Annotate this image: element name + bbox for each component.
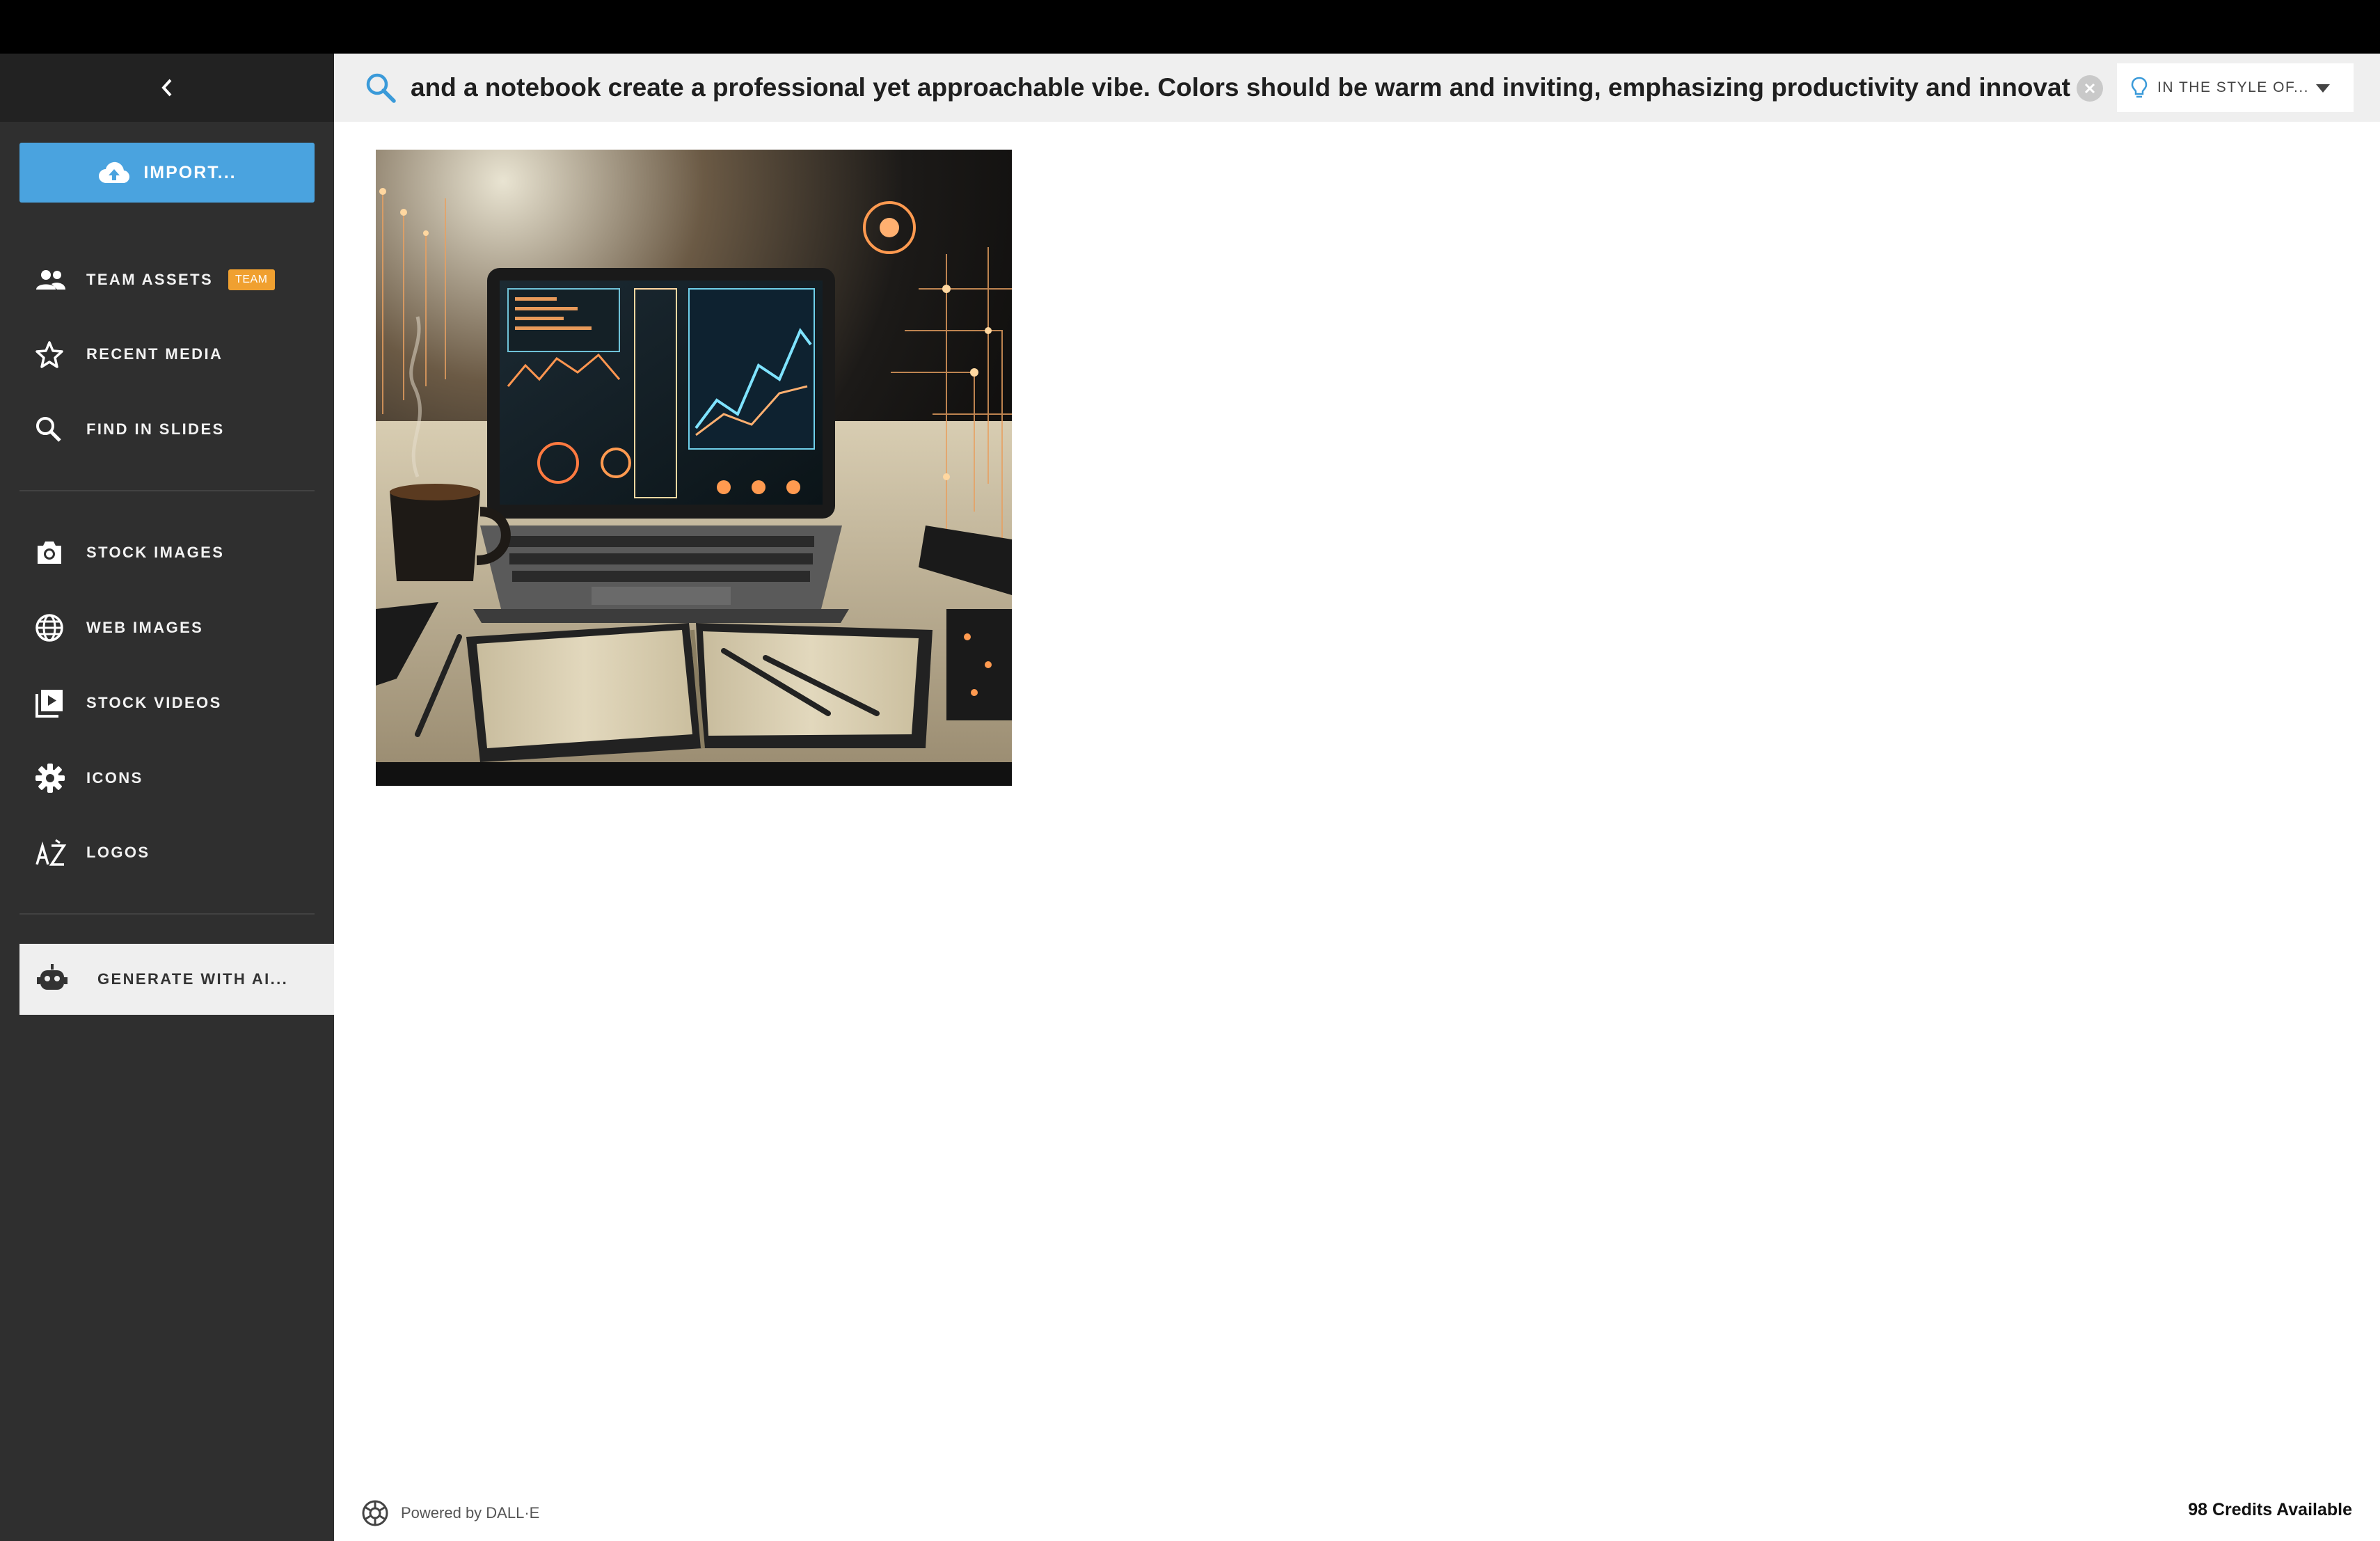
- window-top-bar: [0, 0, 2380, 54]
- caret-down-icon: [2316, 84, 2330, 93]
- style-dropdown-label: IN THE STYLE OF...: [2157, 79, 2309, 95]
- media-sidebar: IMPORT... TEAM ASSETS TEAM RECENT MEDIA …: [0, 54, 334, 1541]
- sidebar-item-label: RECENT MEDIA: [86, 345, 223, 363]
- camera-icon: [19, 539, 86, 566]
- generate-label: GENERATE WITH AI...: [97, 970, 289, 988]
- collapse-sidebar-button[interactable]: [0, 54, 334, 122]
- powered-by: Powered by DALL·E: [360, 1499, 539, 1528]
- sidebar-item-web-images[interactable]: WEB IMAGES: [19, 600, 315, 656]
- import-button[interactable]: IMPORT...: [19, 143, 315, 203]
- sidebar-item-logos[interactable]: LOGOS: [19, 825, 315, 880]
- video-icon: [19, 688, 86, 718]
- style-dropdown[interactable]: IN THE STYLE OF...: [2117, 63, 2354, 112]
- lightbulb-icon: [2131, 77, 2148, 98]
- import-label: IMPORT...: [143, 162, 237, 182]
- robot-icon: [19, 963, 97, 996]
- sidebar-item-stock-images[interactable]: STOCK IMAGES: [19, 525, 315, 580]
- prompt-input[interactable]: and a notebook create a professional yet…: [411, 54, 2070, 122]
- generated-image[interactable]: [376, 150, 1012, 786]
- search-icon: [365, 72, 397, 107]
- sidebar-item-team-assets[interactable]: TEAM ASSETS TEAM: [19, 252, 315, 308]
- sidebar-divider: [19, 490, 315, 491]
- sidebar-item-label: TEAM ASSETS: [86, 271, 214, 288]
- sidebar-item-find-in-slides[interactable]: FIND IN SLIDES: [19, 402, 315, 457]
- sidebar-item-icons[interactable]: ICONS: [19, 750, 315, 806]
- sidebar-item-recent-media[interactable]: RECENT MEDIA: [19, 326, 315, 382]
- sidebar-item-label: STOCK IMAGES: [86, 544, 225, 561]
- prompt-search-bar: and a notebook create a professional yet…: [334, 54, 2380, 122]
- sidebar-item-label: LOGOS: [86, 844, 150, 861]
- cloud-upload-icon: [99, 161, 130, 183]
- openai-logo-icon: [362, 1500, 388, 1526]
- gear-icon: [19, 763, 86, 793]
- star-icon: [19, 340, 86, 368]
- sidebar-divider: [19, 913, 315, 915]
- chevron-left-icon: [161, 79, 172, 97]
- credits-available: 98 Credits Available: [2188, 1500, 2352, 1519]
- search-icon: [19, 416, 86, 443]
- prompt-input-wrapper: and a notebook create a professional yet…: [411, 54, 2070, 122]
- sidebar-item-label: ICONS: [86, 769, 143, 787]
- sidebar-item-label: FIND IN SLIDES: [86, 420, 225, 438]
- globe-icon: [19, 613, 86, 642]
- powered-by-text: Powered by DALL·E: [401, 1504, 540, 1522]
- sidebar-item-stock-videos[interactable]: STOCK VIDEOS: [19, 675, 315, 731]
- team-badge: TEAM: [228, 269, 275, 290]
- close-icon: [2084, 83, 2095, 94]
- sidebar-item-label: WEB IMAGES: [86, 619, 204, 636]
- logos-icon: [19, 839, 86, 867]
- team-icon: [19, 269, 86, 291]
- clear-prompt-button[interactable]: [2077, 75, 2103, 102]
- generated-image-artwork: [376, 150, 1012, 786]
- sidebar-item-label: STOCK VIDEOS: [86, 694, 222, 711]
- sidebar-item-generate-with-ai[interactable]: GENERATE WITH AI...: [19, 944, 334, 1015]
- main-panel: and a notebook create a professional yet…: [334, 54, 2380, 1541]
